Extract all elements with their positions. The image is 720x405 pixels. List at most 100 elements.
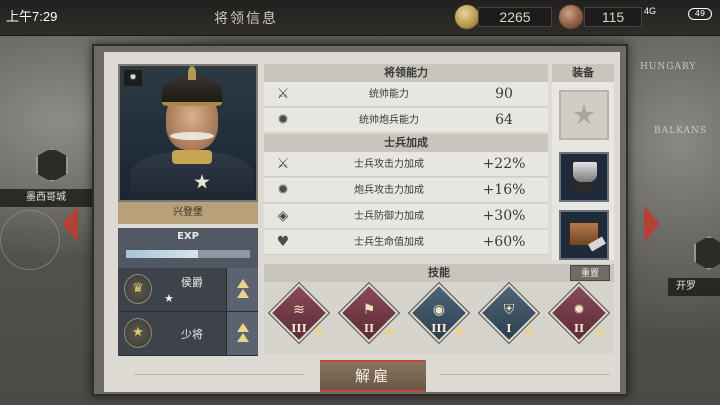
shield-skill-icon: ⛨ (503, 302, 515, 318)
fortress-skill-icon: ⚑ (362, 302, 376, 318)
skill-level: III (431, 322, 447, 335)
nobility-rank-stars: ★ (164, 292, 174, 305)
nobility-rank-row: ♛ 侯爵 ★ (118, 268, 258, 312)
ability-value: 90 (495, 86, 513, 102)
portrait-collar (172, 150, 212, 164)
nobility-emblem-icon: ♛ (124, 274, 152, 304)
portrait-helmet-spike (188, 66, 196, 80)
eye-skill-icon: ◉ (432, 302, 446, 318)
ability-row: ⚔ 统帅能力 90 (264, 82, 548, 107)
cannonballs-icon (569, 182, 601, 194)
skill-upgrade-arrow-icon (384, 326, 394, 334)
crossed-swords-icon: ⚔ (276, 86, 290, 102)
general-name: 兴登堡 (118, 202, 258, 224)
skills-header: 技能 重置 (264, 264, 614, 282)
compass-icon (0, 210, 60, 270)
portrait-mustache (170, 132, 214, 140)
artillery-type-icon: ✹ (124, 70, 142, 86)
exp-bar-fill (126, 250, 198, 258)
general-info-panel: ✹ 兴登堡 EXP ♛ 侯爵 ★ ★ 少将 将领能力 ⚔ 统帅能力 90 ✹ 统… (92, 44, 628, 396)
skill-slot-5[interactable]: ✹ II (549, 283, 609, 348)
general-portrait: ✹ (118, 64, 258, 202)
skill-upgrade-arrow-icon (524, 326, 534, 334)
bonus-label: 炮兵攻击力加成 (354, 185, 424, 196)
ability-label: 统帅能力 (369, 89, 409, 100)
skill-slot-3[interactable]: ◉ III (409, 283, 469, 348)
equipment-column: 装备 (552, 64, 614, 260)
heart-circle-icon: ♥ (276, 234, 290, 250)
status-time: 上午7:29 (6, 9, 58, 24)
bonus-value: +16% (482, 182, 526, 198)
medal-amount: 115 (584, 7, 642, 27)
left-city-label[interactable]: 墨西哥城 (0, 189, 92, 207)
right-city-label[interactable]: 开罗 (668, 278, 720, 296)
bonus-value: +30% (482, 208, 526, 224)
equipment-slot-cannonballs[interactable] (559, 152, 609, 202)
upgrade-arrow-icon (237, 289, 249, 298)
medal-emblem-icon (573, 104, 595, 125)
upgrade-arrow-icon (237, 323, 249, 332)
skill-level: III (291, 322, 307, 335)
cavalry-skill-icon: ≋ (293, 302, 305, 318)
ability-section-title: 将领能力 (264, 64, 548, 82)
military-rank-emblem-icon: ★ (124, 318, 152, 348)
nobility-upgrade-button[interactable] (226, 268, 258, 311)
military-rank-row: ★ 少将 (118, 312, 258, 356)
page-title: 将领信息 (214, 11, 278, 27)
skill-upgrade-arrow-icon (454, 326, 464, 334)
skill-slot-2[interactable]: ⚑ II (339, 283, 399, 348)
skill-upgrade-arrow-icon (314, 326, 324, 334)
portrait-helmet (162, 76, 222, 106)
equipment-title: 装备 (552, 64, 614, 82)
exp-box: EXP (118, 228, 258, 268)
panel-body: ✹ 兴登堡 EXP ♛ 侯爵 ★ ★ 少将 将领能力 ⚔ 统帅能力 90 ✹ 统… (104, 52, 620, 392)
skill-slot-4[interactable]: ⛨ I (479, 283, 539, 348)
upgrade-arrow-icon (237, 279, 249, 288)
bonus-row: ⚔ 士兵攻击力加成 +22% (264, 152, 548, 177)
skill-upgrade-arrow-icon (594, 326, 604, 334)
military-rank-name: 少将 (181, 328, 203, 341)
bonus-value: +22% (482, 156, 526, 172)
military-rank-upgrade-button[interactable] (226, 312, 258, 355)
gold-coin-icon (454, 4, 480, 30)
reset-skills-button[interactable]: 重置 (570, 265, 610, 281)
exp-label: EXP (177, 231, 199, 242)
medal-coin-icon (558, 4, 584, 30)
soldier-bonus-section-title: 士兵加成 (264, 134, 548, 152)
bonus-row: ♥ 士兵生命值加成 +60% (264, 230, 548, 255)
skills-title: 技能 (428, 266, 450, 279)
map-label-balkans: BALKANS (654, 126, 707, 136)
bonus-row: ◈ 士兵防御力加成 +30% (264, 204, 548, 229)
cannon-circle-icon: ✹ (277, 182, 289, 198)
battery-icon: 49 (688, 8, 712, 20)
dismiss-button[interactable]: 解雇 (320, 360, 426, 392)
skill-level: I (506, 322, 512, 335)
equipment-slot-medal[interactable] (559, 90, 609, 140)
gold-amount: 2265 (478, 7, 552, 27)
divider (134, 374, 304, 375)
sword-circle-icon: ⚔ (276, 156, 290, 172)
ability-value: 64 (495, 112, 513, 128)
cannon-icon: ✹ (277, 112, 289, 128)
exp-bar (126, 250, 250, 258)
equipment-slot-toolbox[interactable] (559, 210, 609, 260)
cannonball-pot-icon (573, 162, 597, 182)
bonus-label: 士兵生命值加成 (354, 237, 424, 248)
artillery-skill-icon: ✹ (573, 302, 585, 318)
bonus-row: ✹ 炮兵攻击力加成 +16% (264, 178, 548, 203)
nobility-rank-name: 侯爵 (181, 276, 203, 289)
ability-label: 统帅炮兵能力 (359, 115, 419, 126)
top-bar: 上午7:29 将领信息 2265 115 4G 49 (0, 0, 720, 36)
bonus-label: 士兵防御力加成 (354, 211, 424, 222)
map-label-hungary: HUNGARY (640, 62, 697, 72)
upgrade-arrow-icon (237, 333, 249, 342)
next-general-arrow-icon[interactable] (644, 206, 660, 242)
skill-level: II (363, 322, 375, 335)
skills-area: ≋ III ⚑ II ◉ III ⛨ I ✹ II (264, 282, 614, 354)
divider (440, 374, 610, 375)
prev-general-arrow-icon[interactable] (62, 206, 78, 242)
shield-circle-icon: ◈ (277, 208, 289, 224)
ability-row: ✹ 统帅炮兵能力 64 (264, 108, 548, 133)
skill-slot-1[interactable]: ≋ III (269, 283, 329, 348)
bonus-label: 士兵攻击力加成 (354, 159, 424, 170)
